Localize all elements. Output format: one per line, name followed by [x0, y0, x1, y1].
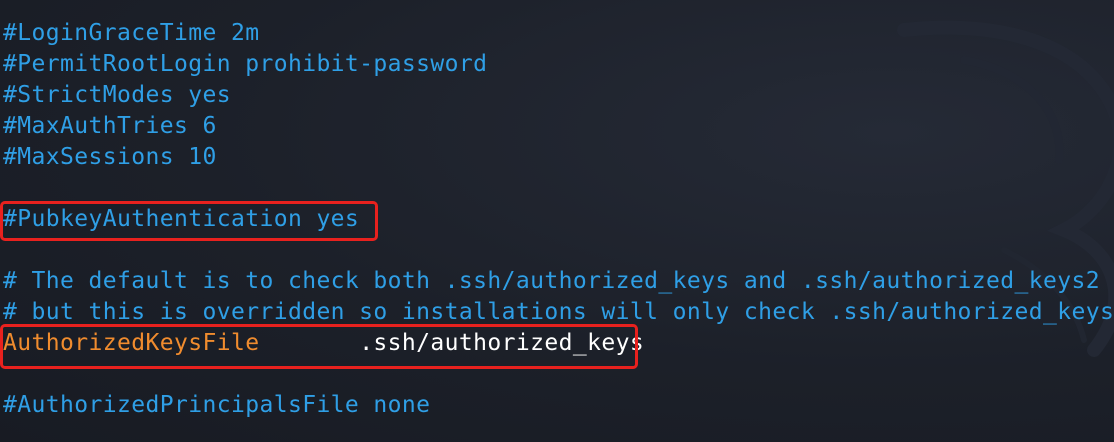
highlight-box-authorized-keys-file	[0, 324, 638, 369]
comment-line-default-check: # The default is to check both .ssh/auth…	[3, 268, 1101, 294]
highlight-box-pubkey-authentication	[0, 201, 378, 241]
config-line-permit-root-login: #PermitRootLogin prohibit-password	[3, 51, 488, 77]
config-line-authorized-principals-file: #AuthorizedPrincipalsFile none	[3, 392, 431, 418]
config-line-max-auth-tries: #MaxAuthTries 6	[3, 113, 217, 139]
terminal-window[interactable]: #LoginGraceTime 2m #PermitRootLogin proh…	[0, 0, 1114, 442]
config-line-strict-modes: #StrictModes yes	[3, 82, 231, 108]
config-line-login-grace-time: #LoginGraceTime 2m	[3, 20, 260, 46]
config-line-max-sessions: #MaxSessions 10	[3, 144, 217, 170]
